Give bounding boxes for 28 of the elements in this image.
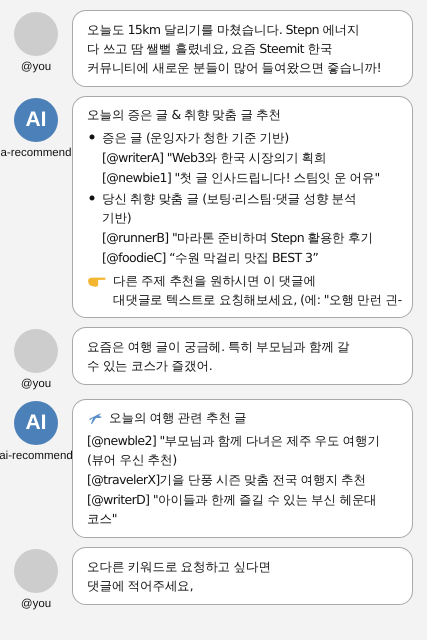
ai-avatar: AI: [14, 98, 58, 142]
user-avatar: [14, 549, 58, 593]
airplane-icon: [87, 410, 103, 426]
message-heading: 오늘의 증은 글 & 취향 맞춤 글 추천: [87, 106, 282, 124]
bullet-text: 당신 취향 맞춤 글 (보팅·리스팀·댓글 성향 분석 기반): [102, 190, 356, 227]
post-link[interactable]: [@newbie1] "첫 글 인사드립니다! 스팀잇 운 어유": [87, 168, 404, 187]
username: @you: [20, 61, 52, 73]
message-heading: 오늘의 여행 관련 추천 글: [109, 409, 246, 427]
message-text: 오다른 키워드로 요청하고 싶다면 댓글에 적어주세요,: [87, 558, 272, 595]
message-text: 다른 주제 추천을 원하시면 이 댓글에 대댓글로 텍스트로 요칭해보세요, (에: "오행 만런 긘-: [113, 272, 402, 309]
username: @you: [20, 598, 52, 610]
bullet-icon: [89, 134, 95, 140]
message-text: [@writerD] "아이들과 한께 즐길 수 있는 부신 헤운대 코스": [87, 491, 378, 528]
username: a-recommend: [0, 147, 72, 159]
user-avatar: [14, 329, 58, 373]
message-text: 오늘도 15km 달리기를 마쳤습니다. Stepn 에너지 다 쓰고 땀 쌜뻘 흘렸네요, 요즘 Steemit 한국 커뮤니티에 새로운 분들이 많어 들여왔으면 즣습니까!: [87, 21, 382, 77]
message-text: [@travelerX]기을 단풍 시즌 맞춤 전국 여행지 추천: [87, 471, 367, 489]
username: ai-recommend: [0, 450, 73, 462]
post-link[interactable]: [@runnerB] "마라톤 준비하며 Stepn 활용한 후기: [87, 228, 404, 247]
user-avatar: [14, 12, 58, 56]
message-text: 요즘은 여행 글이 궁금헤. 특히 부모님과 함께 갈 수 있는 코스가 즐갰어.: [87, 338, 351, 375]
post-link[interactable]: [@writerA] "Web3와 한국 시장의기 획희: [87, 148, 404, 167]
message-text: [@newble2] "부모님과 함께 다녀은 제주 우도 여행기 (뷰어 우신 추천): [87, 432, 381, 469]
post-link[interactable]: [@foodieC] “수원 막걸리 맛집 BEST 3”: [87, 248, 404, 267]
bullet-text: 증은 글 (운잉자가 청한 기준 기반): [102, 129, 289, 147]
username: @you: [20, 378, 52, 390]
bullet-icon: [89, 195, 95, 201]
ai-avatar: AI: [14, 401, 58, 445]
